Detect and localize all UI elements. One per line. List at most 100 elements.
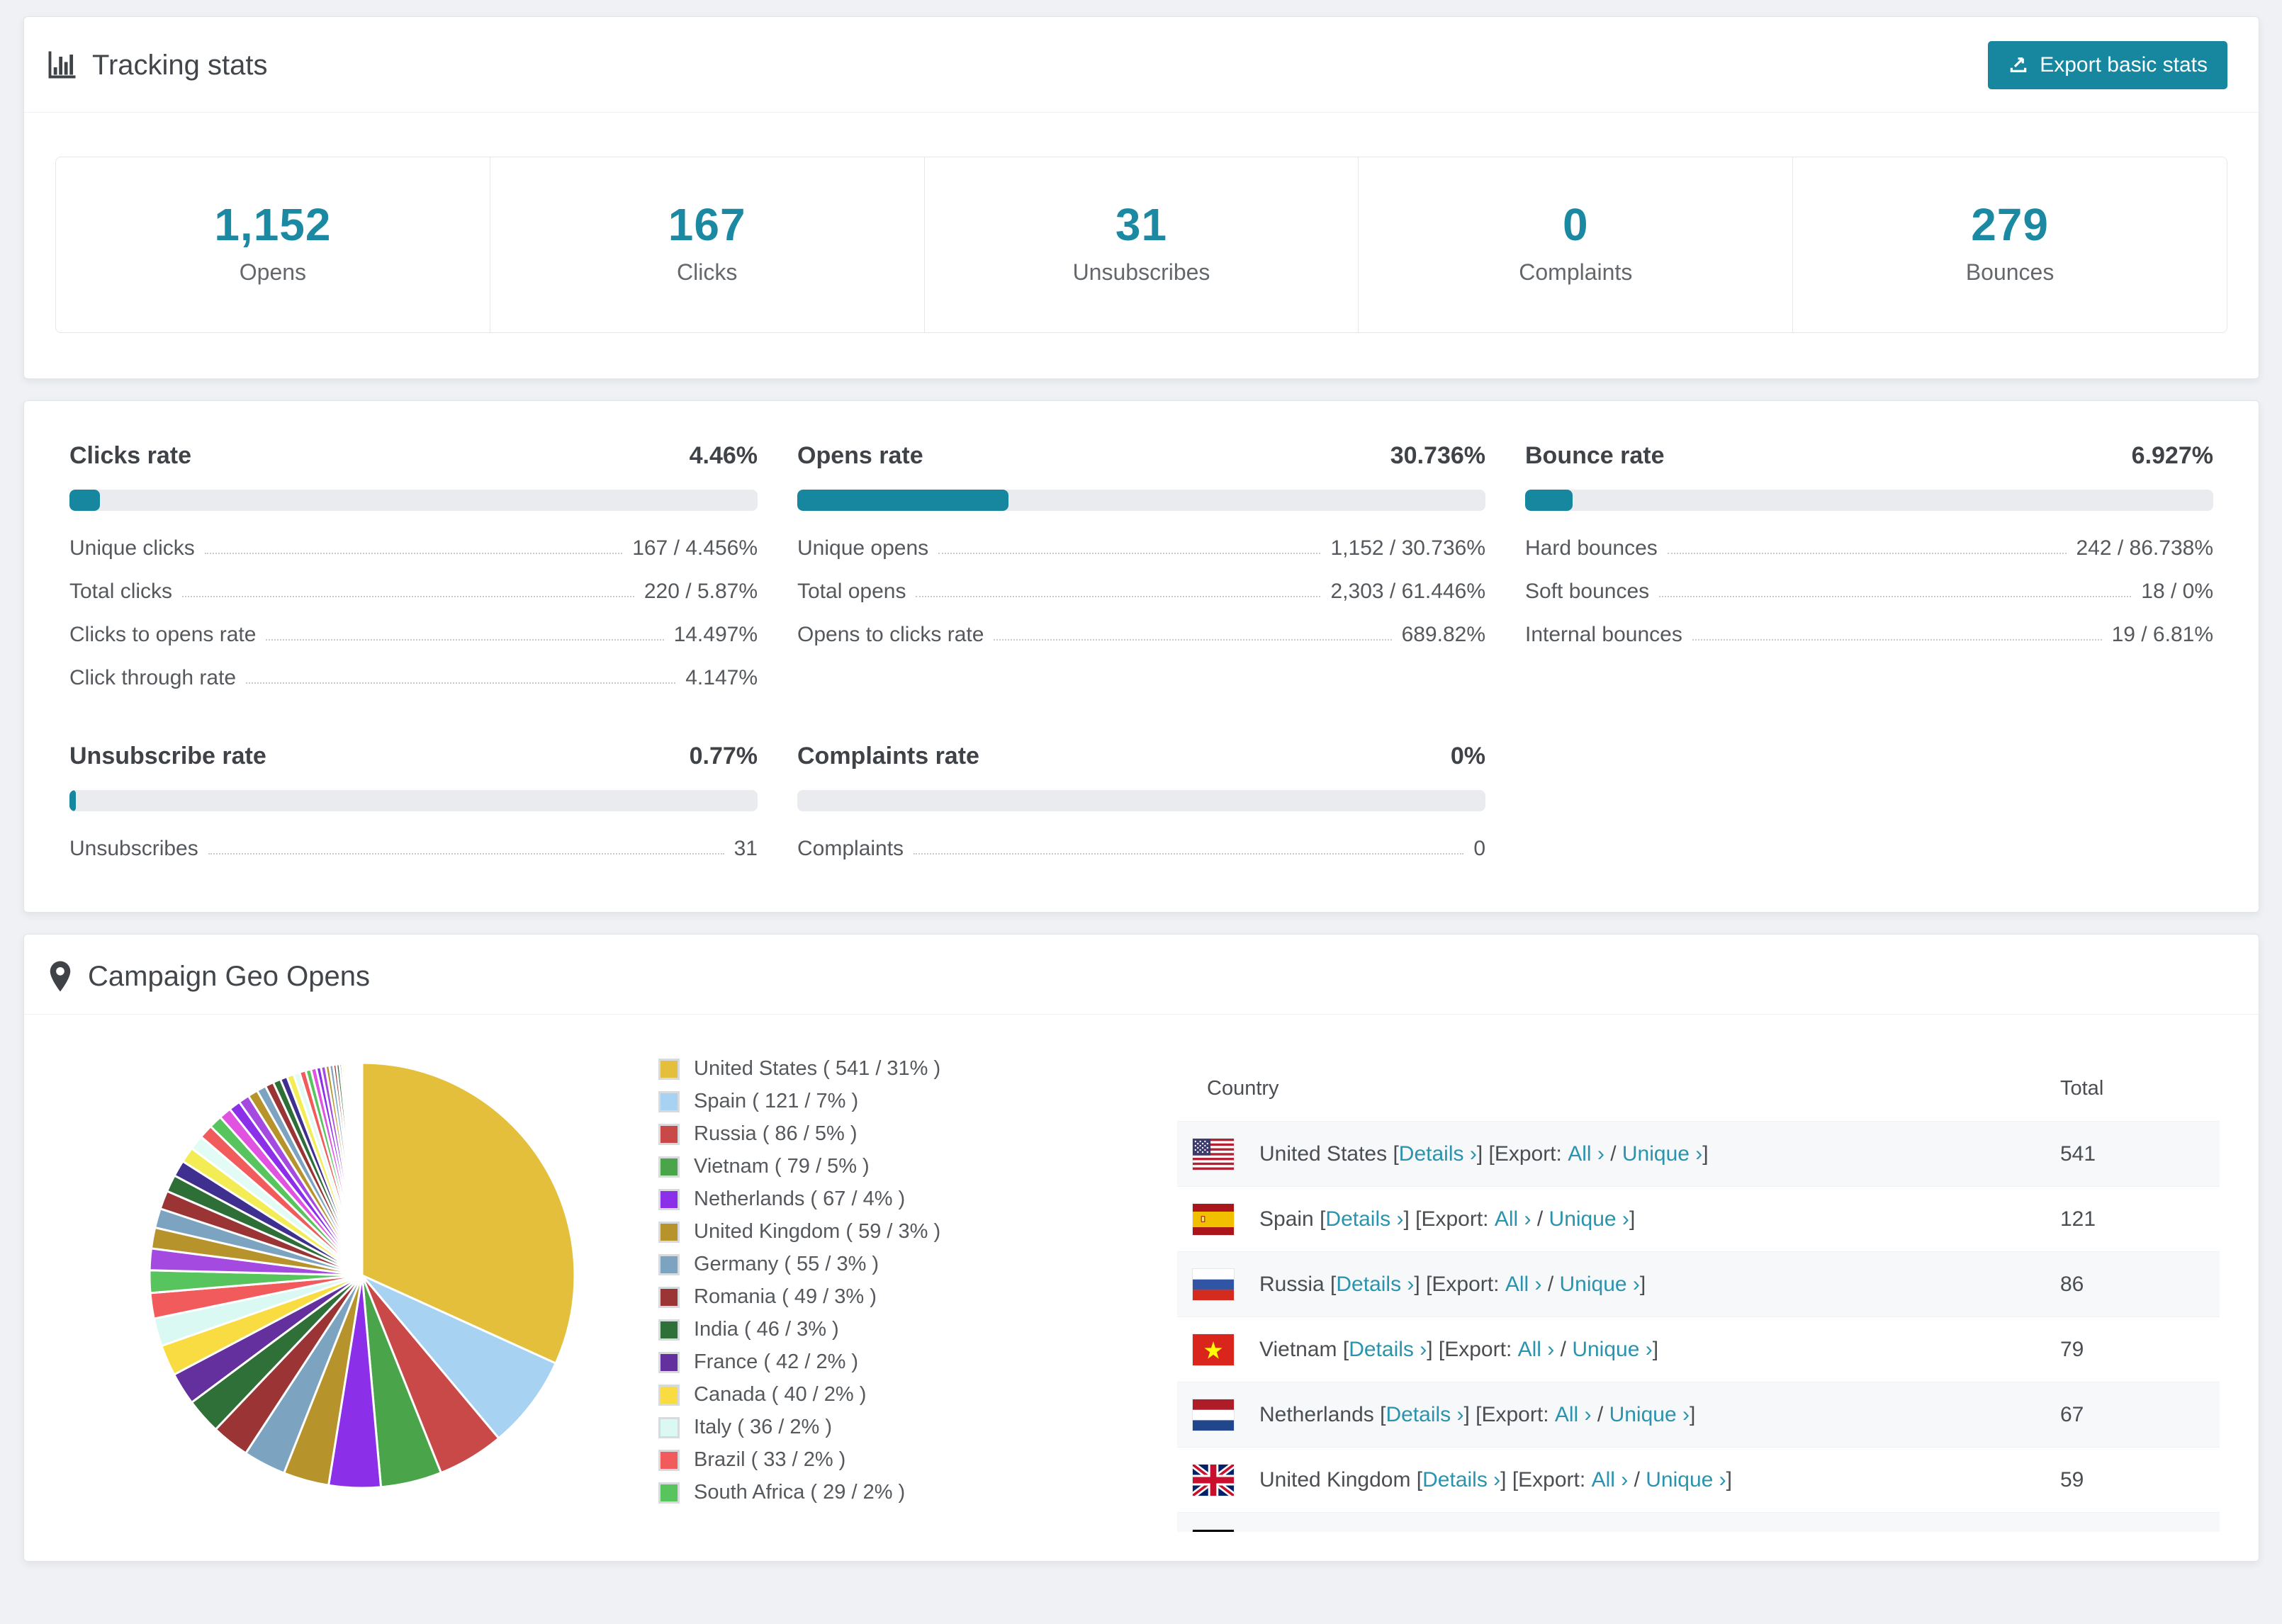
- rate-panel-title: Unsubscribe rate: [69, 743, 266, 769]
- legend-item: United States ( 541 / 31% ): [658, 1057, 1112, 1081]
- export-all-link[interactable]: All ›: [1555, 1403, 1592, 1427]
- stat-label: Bounces: [1965, 259, 2055, 285]
- bracket: ]: [1726, 1467, 1732, 1492]
- table-row-vn: Vietnam [Details ›] [Export: All › / Uni…: [1177, 1316, 2220, 1382]
- rate-row-value: 19 / 6.81%: [2111, 623, 2213, 646]
- export-prefix: ] [Export:: [1403, 1207, 1495, 1231]
- geo-pie-chart: [63, 1056, 582, 1532]
- tracking-stats-title-group: Tracking stats: [47, 50, 267, 81]
- rate-row-value: 31: [734, 837, 758, 860]
- country-name: United Kingdom: [1259, 1467, 1417, 1492]
- details-link[interactable]: Details ›: [1422, 1468, 1500, 1492]
- details-link[interactable]: Details ›: [1325, 1207, 1403, 1231]
- stat-value: 1,152: [214, 199, 332, 250]
- legend-item: Vietnam ( 79 / 5% ): [658, 1155, 1112, 1178]
- legend-swatch: [658, 1286, 680, 1308]
- legend-swatch: [658, 1156, 680, 1178]
- rate-row-label: Soft bounces: [1525, 580, 1650, 603]
- dotted-leader: [916, 596, 1321, 597]
- geo-content: United States ( 541 / 31% ) Spain ( 121 /…: [24, 1015, 2259, 1532]
- total-cell: 79: [2060, 1337, 2084, 1361]
- export-all-link[interactable]: All ›: [1505, 1273, 1542, 1297]
- slash: /: [1531, 1207, 1549, 1231]
- stat-complaints: 0 Complaints: [1358, 157, 1792, 332]
- slash: /: [1628, 1467, 1646, 1492]
- legend-item: Netherlands ( 67 / 4% ): [658, 1188, 1112, 1211]
- total-column-header: Total: [2060, 1076, 2104, 1100]
- rate-progress-fill: [1525, 490, 1573, 511]
- rate-panel-opens-rate: Opens rate 30.736% Unique opens 1,152 / 30.…: [797, 442, 1485, 690]
- rate-row-value: 1,152 / 30.736%: [1330, 536, 1485, 560]
- slash: /: [1554, 1337, 1573, 1361]
- rate-progress-bar: [1525, 490, 2213, 511]
- es-flag-icon: [1193, 1203, 1234, 1235]
- rates-grid: Clicks rate 4.46% Unique clicks 167 / 4.456…: [24, 401, 2259, 912]
- details-link[interactable]: Details ›: [1349, 1338, 1427, 1362]
- legend-item: France ( 42 / 2% ): [658, 1350, 1112, 1374]
- export-unique-link[interactable]: Unique ›: [1549, 1207, 1629, 1231]
- stat-label: Complaints: [1519, 259, 1633, 285]
- legend-item: Canada ( 40 / 2% ): [658, 1383, 1112, 1406]
- de-flag-icon: [1193, 1529, 1234, 1532]
- legend-swatch: [658, 1384, 680, 1406]
- ru-flag-icon: [1193, 1268, 1234, 1300]
- rate-row-label: Complaints: [797, 837, 904, 860]
- gb-flag-icon: [1191, 1461, 1236, 1499]
- export-basic-stats-button[interactable]: Export basic stats: [1988, 41, 2227, 89]
- stat-bounces: 279 Bounces: [1792, 157, 2227, 332]
- legend-item: Spain ( 121 / 7% ): [658, 1090, 1112, 1113]
- rate-panel-title: Clicks rate: [69, 442, 191, 469]
- rate-row: Total clicks 220 / 5.87%: [69, 580, 758, 604]
- bracket: ]: [1689, 1402, 1696, 1426]
- country-cell: Netherlands [Details ›] [Export: All › /…: [1177, 1399, 2021, 1431]
- bracket: [: [1416, 1467, 1423, 1492]
- legend-swatch: [658, 1058, 680, 1080]
- total-cell: 86: [2060, 1272, 2084, 1296]
- export-unique-link[interactable]: Unique ›: [1609, 1403, 1690, 1427]
- rate-row-label: Click through rate: [69, 666, 237, 689]
- table-row-ru: Russia [Details ›] [Export: All › / Uniq…: [1177, 1251, 2220, 1316]
- bracket: ]: [1702, 1141, 1709, 1166]
- export-unique-link[interactable]: Unique ›: [1560, 1273, 1640, 1297]
- rate-row: Unique opens 1,152 / 30.736%: [797, 536, 1485, 560]
- rate-panel-title: Complaints rate: [797, 743, 979, 769]
- export-unique-link[interactable]: Unique ›: [1572, 1338, 1652, 1362]
- table-row-es: Spain [Details ›] [Export: All › / Uniqu…: [1177, 1186, 2220, 1251]
- legend-label: Vietnam ( 79 / 5% ): [694, 1155, 870, 1178]
- legend-label: France ( 42 / 2% ): [694, 1350, 859, 1373]
- legend-label: Spain ( 121 / 7% ): [694, 1090, 859, 1112]
- legend-swatch: [658, 1090, 680, 1112]
- bracket: [: [1330, 1272, 1337, 1296]
- rate-row: Total opens 2,303 / 61.446%: [797, 580, 1485, 604]
- export-all-link[interactable]: All ›: [1592, 1468, 1629, 1492]
- dotted-leader: [1667, 553, 2067, 554]
- export-all-link[interactable]: All ›: [1495, 1207, 1531, 1231]
- table-row-de: Germany [Details ›] [Export: All › / Uni…: [1177, 1512, 2220, 1532]
- country-cell: Russia [Details ›] [Export: All › / Uniq…: [1177, 1268, 2021, 1300]
- legend-item: Brazil ( 33 / 2% ): [658, 1448, 1112, 1472]
- legend-label: India ( 46 / 3% ): [694, 1318, 839, 1341]
- details-link[interactable]: Details ›: [1336, 1273, 1414, 1297]
- legend-item: India ( 46 / 3% ): [658, 1318, 1112, 1341]
- rate-panel-value: 0%: [1450, 743, 1485, 769]
- details-link[interactable]: Details ›: [1399, 1142, 1477, 1166]
- export-unique-link[interactable]: Unique ›: [1622, 1142, 1702, 1166]
- rate-row-value: 0: [1473, 837, 1485, 860]
- country-cell: United States [Details ›] [Export: All ›…: [1177, 1138, 2021, 1170]
- export-all-link[interactable]: All ›: [1518, 1338, 1555, 1362]
- stat-opens: 1,152 Opens: [56, 157, 490, 332]
- country-name: Vietnam: [1259, 1337, 1343, 1361]
- pie-slice-small-59: [360, 1061, 364, 1276]
- export-unique-link[interactable]: Unique ›: [1646, 1468, 1726, 1492]
- legend-item: Romania ( 49 / 3% ): [658, 1285, 1112, 1309]
- legend-label: United Kingdom ( 59 / 3% ): [694, 1220, 941, 1243]
- legend-label: Canada ( 40 / 2% ): [694, 1383, 867, 1406]
- legend-label: Italy ( 36 / 2% ): [694, 1416, 833, 1438]
- rate-row: Clicks to opens rate 14.497%: [69, 623, 758, 647]
- dashboard-page: Tracking stats Export basic stats 1,152 O…: [0, 0, 2282, 1562]
- export-all-link[interactable]: All ›: [1568, 1142, 1604, 1166]
- legend-label: Russia ( 86 / 5% ): [694, 1122, 858, 1145]
- rate-row-label: Total clicks: [69, 580, 173, 603]
- details-link[interactable]: Details ›: [1386, 1403, 1463, 1427]
- country-name: Spain: [1259, 1207, 1320, 1231]
